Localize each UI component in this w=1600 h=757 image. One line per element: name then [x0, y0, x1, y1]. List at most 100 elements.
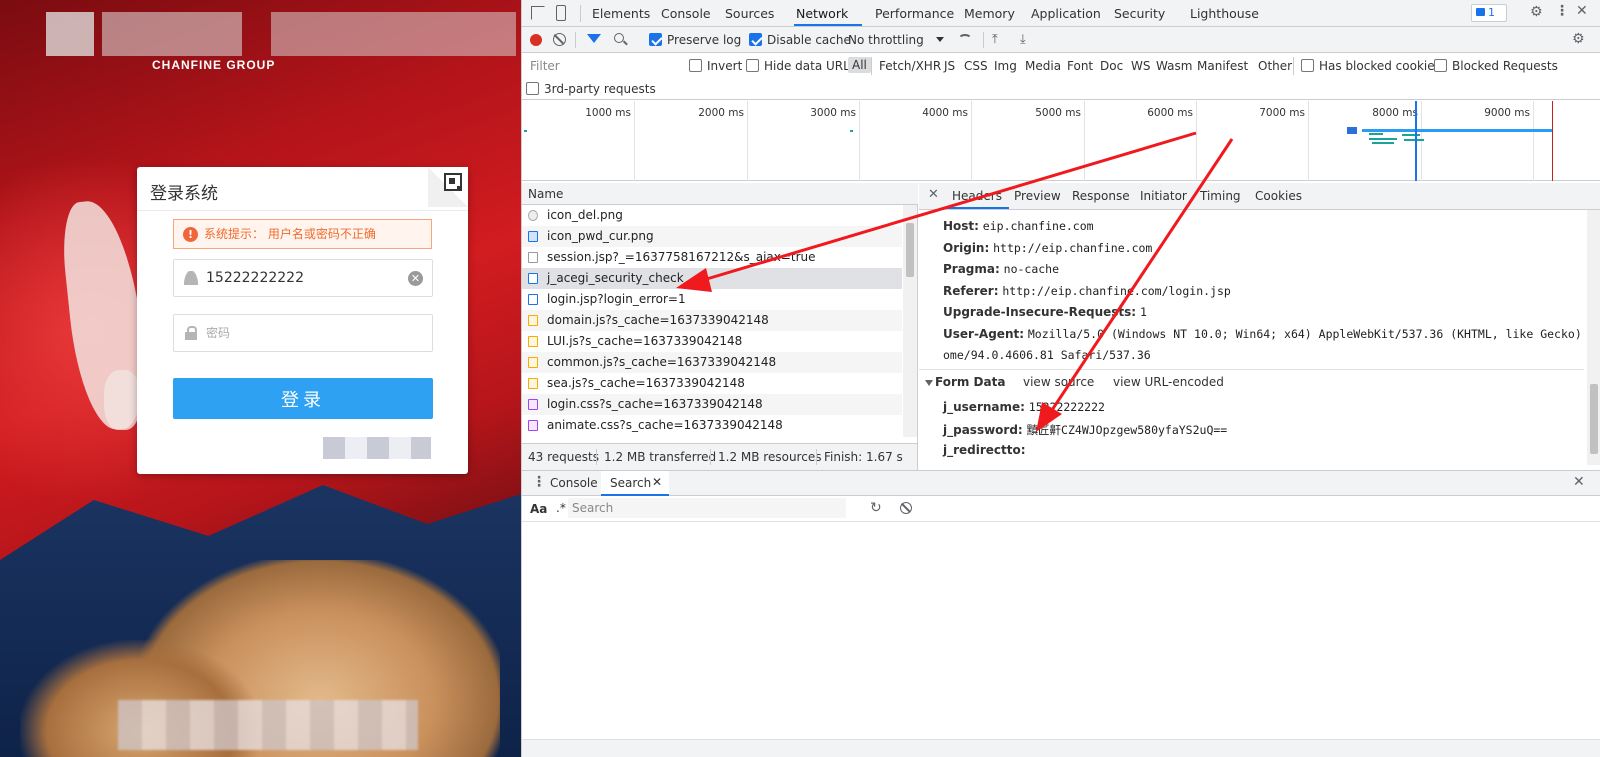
request-row[interactable]: common.js?s_cache=1637339042148: [522, 352, 902, 373]
header-value: no-cache: [1003, 262, 1060, 276]
request-list: Name icon_del.png icon_pwd_cur.png session…: [522, 183, 918, 443]
username-input[interactable]: [206, 260, 406, 296]
filter-type-manifest[interactable]: Manifest: [1197, 59, 1248, 73]
form-data-title[interactable]: Form Data: [935, 375, 1005, 389]
filter-type-wasm[interactable]: Wasm: [1156, 59, 1192, 73]
resource-type-icon: [528, 273, 538, 284]
request-row[interactable]: domain.js?s_cache=1637339042148: [522, 310, 902, 331]
qr-login-toggle[interactable]: [428, 167, 468, 207]
filter-type-fetch-xhr[interactable]: Fetch/XHR: [879, 59, 941, 73]
tab-security[interactable]: Security: [1114, 6, 1165, 21]
close-devtools-icon[interactable]: ✕: [1576, 3, 1588, 19]
request-row[interactable]: icon_pwd_cur.png: [522, 226, 902, 247]
drawer-tab-console[interactable]: Console: [550, 476, 598, 490]
messages-badge[interactable]: 1: [1471, 4, 1507, 22]
tab-response[interactable]: Response: [1072, 189, 1130, 203]
tab-timing[interactable]: Timing: [1200, 189, 1241, 203]
tab-performance[interactable]: Performance: [875, 6, 954, 21]
details-scrollbar[interactable]: [1587, 210, 1600, 465]
regex-toggle[interactable]: .*: [556, 501, 566, 515]
tab-preview[interactable]: Preview: [1014, 189, 1061, 203]
third-party-label: 3rd-party requests: [544, 82, 656, 96]
filter-type-font[interactable]: Font: [1067, 59, 1093, 73]
tab-cookies[interactable]: Cookies: [1255, 189, 1302, 203]
password-field: [173, 314, 433, 352]
tab-application[interactable]: Application: [1031, 6, 1101, 21]
inspect-element-icon[interactable]: [531, 6, 545, 20]
search-icon[interactable]: [614, 33, 624, 43]
request-row[interactable]: login.css?s_cache=1637339042148: [522, 394, 902, 415]
filter-type-other[interactable]: Other: [1258, 59, 1292, 73]
match-case-toggle[interactable]: Aa: [530, 502, 547, 516]
filter-type-js[interactable]: JS: [944, 59, 955, 73]
header-value: ome/94.0.4606.81 Safari/537.36: [943, 348, 1151, 362]
request-name: login.css?s_cache=1637339042148: [547, 397, 763, 411]
network-settings-icon[interactable]: ⚙: [1572, 31, 1585, 47]
request-row[interactable]: j_acegi_security_check: [522, 268, 902, 289]
column-name[interactable]: Name: [528, 187, 563, 201]
throttling-select[interactable]: No throttling: [848, 33, 924, 47]
more-options-icon[interactable]: ⋮: [1555, 3, 1569, 19]
third-party-checkbox[interactable]: [526, 82, 539, 95]
request-row[interactable]: LUI.js?s_cache=1637339042148: [522, 331, 902, 352]
request-row[interactable]: icon_del.png: [522, 205, 902, 226]
network-conditions-icon[interactable]: [958, 34, 972, 44]
header-key: Origin:: [943, 240, 990, 255]
header-value: http://eip.chanfine.com/login.jsp: [1002, 283, 1231, 298]
hide-data-urls-checkbox[interactable]: [746, 59, 759, 72]
view-source-link[interactable]: view source: [1023, 375, 1094, 389]
request-row[interactable]: animate.css?s_cache=1637339042148: [522, 415, 902, 436]
search-input[interactable]: [568, 498, 846, 518]
tab-network[interactable]: Network: [796, 6, 848, 21]
tab-elements[interactable]: Elements: [592, 6, 650, 21]
view-url-encoded-link[interactable]: view URL-encoded: [1113, 375, 1224, 389]
invert-checkbox[interactable]: [689, 59, 702, 72]
clear-log-icon[interactable]: [553, 33, 566, 46]
blocked-requests-checkbox[interactable]: [1434, 59, 1447, 72]
tab-console[interactable]: Console: [661, 6, 711, 21]
settings-icon[interactable]: ⚙: [1530, 4, 1543, 20]
header-value: Mozilla/5.0 (Windows NT 10.0; Win64; x64…: [1027, 326, 1600, 341]
password-input[interactable]: [206, 315, 406, 351]
filter-type-img[interactable]: Img: [994, 59, 1017, 73]
chevron-down-icon[interactable]: [936, 37, 944, 42]
drawer-tab-search[interactable]: Search: [610, 476, 651, 490]
filter-input[interactable]: [526, 56, 686, 76]
export-har-icon[interactable]: ⤓: [1020, 32, 1026, 47]
tab-initiator[interactable]: Initiator: [1140, 189, 1187, 203]
search-toolbar: Aa .* ↻: [522, 496, 1600, 522]
request-row[interactable]: sea.js?s_cache=1637339042148: [522, 373, 902, 394]
preserve-log-checkbox[interactable]: [649, 33, 662, 46]
filter-type-media[interactable]: Media: [1025, 59, 1061, 73]
refresh-icon[interactable]: ↻: [870, 500, 882, 516]
tab-lighthouse[interactable]: Lighthouse: [1190, 6, 1259, 21]
filter-type-ws[interactable]: WS: [1131, 59, 1150, 73]
disable-cache-checkbox[interactable]: [749, 33, 762, 46]
request-list-header: Name: [522, 183, 918, 205]
collapse-triangle-icon[interactable]: [925, 380, 933, 386]
close-details-icon[interactable]: ✕: [928, 187, 939, 202]
clear-input-icon[interactable]: ✕: [408, 271, 423, 286]
request-row[interactable]: login.jsp?login_error=1: [522, 289, 902, 310]
clear-search-icon[interactable]: [900, 502, 912, 514]
login-button[interactable]: 登录: [173, 378, 433, 419]
import-har-icon[interactable]: ⤒: [992, 32, 998, 47]
form-field-value: 15222222222: [1028, 400, 1105, 414]
filter-icon[interactable]: [587, 34, 601, 43]
filter-type-all[interactable]: All: [848, 57, 871, 73]
request-row[interactable]: session.jsp?_=1637758167212&s_ajax=true: [522, 247, 902, 268]
drawer-menu-icon[interactable]: ⋮: [532, 474, 546, 490]
timeline-overview[interactable]: 1000 ms 2000 ms 3000 ms 4000 ms 5000 ms …: [522, 101, 1600, 181]
close-search-tab-icon[interactable]: ✕: [652, 475, 662, 489]
has-blocked-cookies-checkbox[interactable]: [1301, 59, 1314, 72]
request-list-scrollbar[interactable]: [903, 205, 917, 437]
tab-sources[interactable]: Sources: [725, 6, 774, 21]
close-drawer-icon[interactable]: ✕: [1573, 474, 1585, 490]
filter-type-doc[interactable]: Doc: [1100, 59, 1123, 73]
filter-type-css[interactable]: CSS: [964, 59, 988, 73]
tab-headers[interactable]: Headers: [952, 189, 1002, 203]
record-icon[interactable]: [530, 34, 542, 46]
device-toolbar-icon[interactable]: [556, 5, 566, 21]
timeline-tick: 4000 ms: [922, 107, 968, 119]
tab-memory[interactable]: Memory: [964, 6, 1015, 21]
